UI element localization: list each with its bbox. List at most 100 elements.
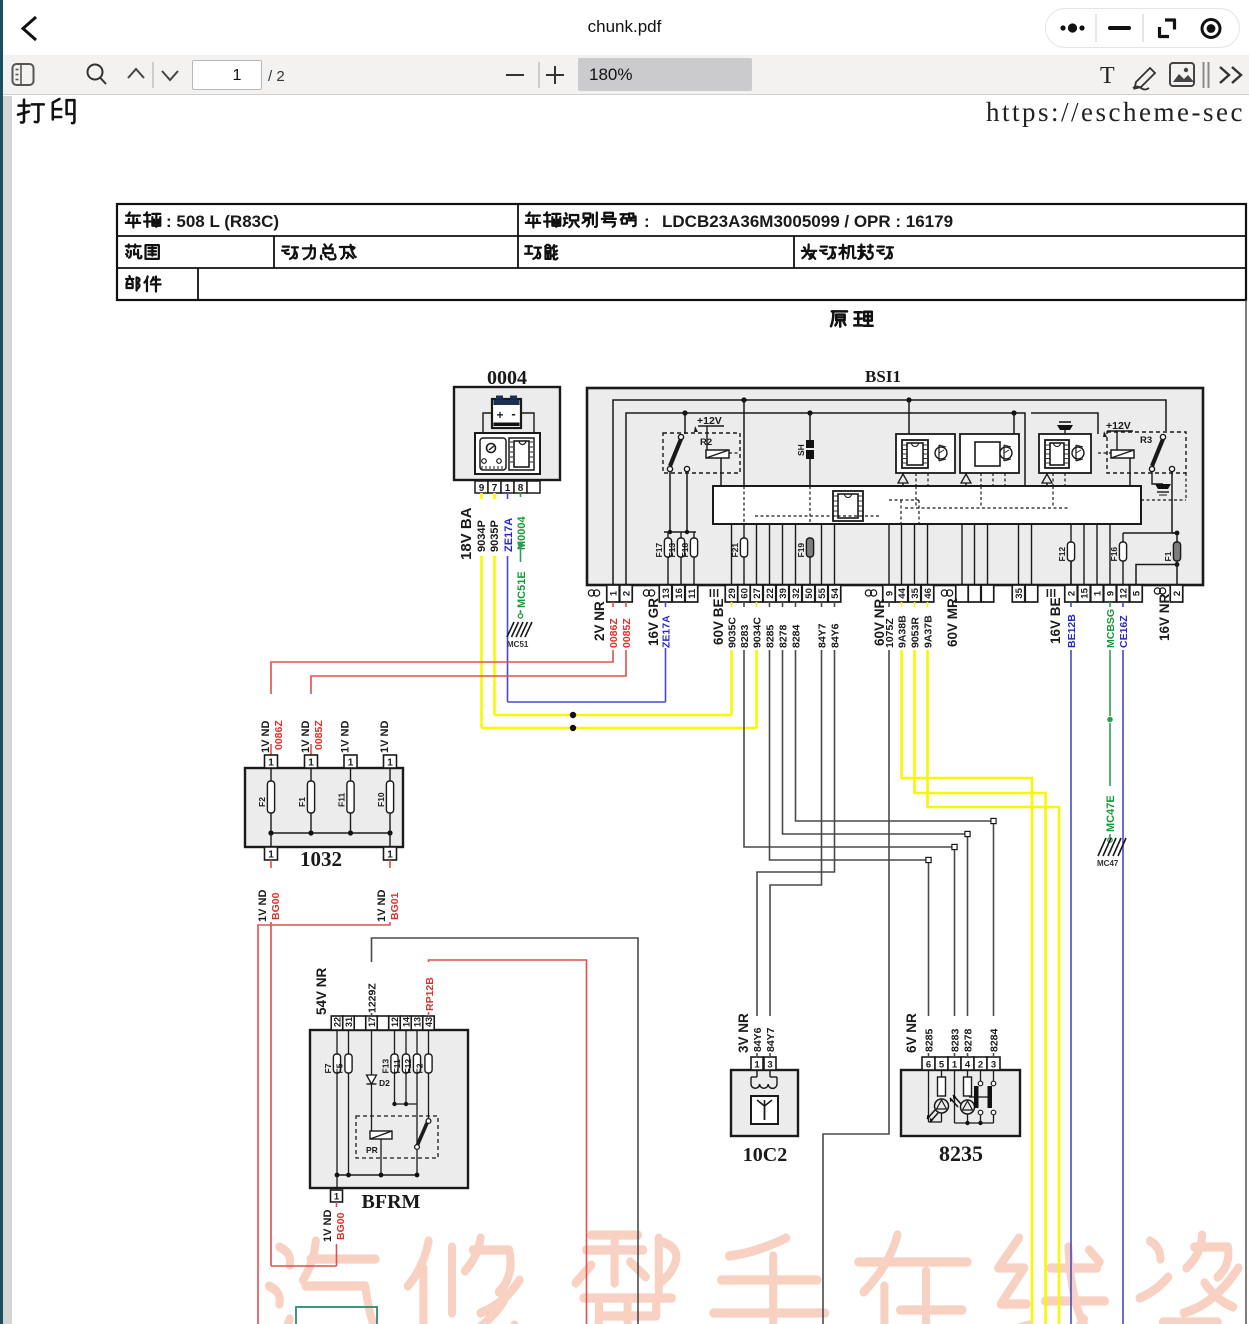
- svg-text:9035P: 9035P: [489, 520, 501, 552]
- svg-text:0004: 0004: [487, 367, 527, 389]
- svg-text:8235: 8235: [939, 1141, 983, 1166]
- svg-text:84Y6: 84Y6: [830, 623, 842, 648]
- svg-text:35: 35: [1014, 587, 1025, 598]
- svg-text:1: 1: [505, 483, 511, 494]
- svg-text:F16: F16: [1109, 547, 1119, 562]
- svg-text:18V BA: 18V BA: [458, 507, 475, 560]
- svg-text:PR: PR: [366, 1145, 378, 1155]
- svg-text:46: 46: [923, 588, 934, 599]
- svg-text:16V NR: 16V NR: [1157, 593, 1172, 641]
- svg-text:9034P: 9034P: [476, 520, 488, 552]
- svg-text:F18: F18: [680, 543, 690, 558]
- svg-text:9034C: 9034C: [752, 617, 764, 648]
- svg-text:14: 14: [402, 1017, 412, 1027]
- svg-text:1V ND: 1V ND: [260, 721, 272, 753]
- svg-text:1V ND: 1V ND: [300, 721, 312, 753]
- svg-text:F11: F11: [336, 793, 346, 807]
- svg-text:8278: 8278: [778, 624, 790, 648]
- svg-text:2: 2: [1067, 591, 1078, 596]
- svg-text:BG00: BG00: [335, 1212, 347, 1240]
- svg-text:F2: F2: [414, 1063, 424, 1073]
- svg-text:D2: D2: [379, 1078, 390, 1088]
- svg-text:1: 1: [268, 850, 274, 861]
- svg-text:8283: 8283: [950, 1028, 962, 1052]
- svg-text:: 508 L (R83C): : 508 L (R83C): [166, 212, 279, 231]
- svg-text:F5: F5: [334, 1063, 344, 1073]
- svg-text:1: 1: [952, 1060, 958, 1071]
- svg-text:9: 9: [1106, 591, 1117, 596]
- svg-text:F12: F12: [403, 1059, 413, 1074]
- svg-text:ZE17A: ZE17A: [661, 615, 673, 648]
- svg-text:F11: F11: [392, 1059, 402, 1073]
- svg-text:BFRM: BFRM: [362, 1191, 421, 1213]
- svg-text:F10: F10: [376, 792, 386, 807]
- svg-text:1229Z: 1229Z: [367, 983, 379, 1013]
- svg-text:1: 1: [334, 1192, 340, 1203]
- svg-text:35: 35: [910, 587, 921, 598]
- svg-text:+: +: [496, 408, 503, 422]
- svg-text:60V MR: 60V MR: [945, 598, 960, 647]
- svg-text:39: 39: [778, 588, 789, 599]
- svg-text:1: 1: [387, 850, 393, 861]
- svg-text:https://escheme-sec: https://escheme-sec: [986, 97, 1245, 127]
- svg-text:44: 44: [897, 587, 908, 598]
- svg-text:16V BE: 16V BE: [1048, 597, 1063, 644]
- svg-text:+12V: +12V: [1106, 420, 1131, 432]
- svg-text:54: 54: [830, 587, 841, 598]
- svg-text:F17: F17: [654, 543, 664, 558]
- svg-text:1: 1: [1093, 590, 1104, 596]
- svg-text:9A38B: 9A38B: [897, 615, 909, 648]
- svg-text:8: 8: [518, 483, 524, 494]
- svg-text:1V ND: 1V ND: [322, 1210, 334, 1242]
- svg-text:84Y6: 84Y6: [752, 1027, 764, 1052]
- svg-text:2: 2: [1172, 591, 1183, 596]
- svg-text:1V ND: 1V ND: [257, 890, 269, 922]
- svg-text:5: 5: [939, 1060, 945, 1071]
- svg-text:3V NR: 3V NR: [736, 1013, 751, 1053]
- svg-text:MC47: MC47: [1097, 859, 1119, 868]
- svg-text:1075Z: 1075Z: [884, 618, 896, 648]
- svg-text:60V BE: 60V BE: [711, 598, 726, 645]
- svg-text:6: 6: [926, 1060, 931, 1071]
- svg-text::: :: [644, 212, 650, 231]
- svg-text:11: 11: [687, 588, 698, 599]
- svg-text:3: 3: [767, 1060, 772, 1071]
- svg-text:MC51E: MC51E: [516, 571, 528, 608]
- svg-text:1: 1: [609, 590, 620, 596]
- svg-text:0086Z: 0086Z: [273, 720, 285, 750]
- svg-text:BSI1: BSI1: [865, 367, 901, 386]
- svg-text:2: 2: [622, 591, 633, 596]
- svg-text:29: 29: [727, 588, 738, 599]
- svg-text:84Y7: 84Y7: [765, 1027, 777, 1052]
- svg-text:12: 12: [390, 1017, 400, 1027]
- svg-text:13: 13: [661, 588, 672, 599]
- svg-text:16: 16: [674, 588, 685, 599]
- svg-text:SH: SH: [796, 444, 806, 456]
- svg-text:1032: 1032: [300, 847, 342, 871]
- svg-text:6V NR: 6V NR: [904, 1013, 919, 1053]
- svg-text:F1: F1: [1163, 551, 1173, 561]
- svg-text:1V ND: 1V ND: [379, 721, 391, 753]
- svg-text:F7: F7: [323, 1063, 333, 1073]
- svg-text:0085Z: 0085Z: [621, 618, 633, 648]
- svg-text:1V ND: 1V ND: [340, 721, 352, 753]
- svg-text:1: 1: [268, 758, 274, 769]
- svg-text:0086Z: 0086Z: [608, 618, 620, 648]
- svg-text:1V ND: 1V ND: [376, 890, 388, 922]
- svg-text:0085Z: 0085Z: [313, 720, 325, 750]
- svg-text:13: 13: [413, 1017, 423, 1027]
- svg-text:8285: 8285: [924, 1028, 936, 1052]
- svg-text:15: 15: [1080, 587, 1091, 598]
- svg-text:8278: 8278: [963, 1028, 975, 1052]
- svg-text:31: 31: [344, 1017, 354, 1027]
- svg-text:8284: 8284: [989, 1028, 1001, 1052]
- svg-text:55: 55: [817, 587, 828, 598]
- svg-text:54V NR: 54V NR: [314, 967, 329, 1015]
- svg-text:9035C: 9035C: [727, 617, 739, 648]
- svg-text:LDCB23A36M3005099 / OPR : 1617: LDCB23A36M3005099 / OPR : 16179: [662, 212, 953, 231]
- svg-text:1: 1: [308, 758, 314, 769]
- svg-text:9: 9: [885, 591, 896, 596]
- svg-text:22: 22: [333, 1017, 343, 1027]
- svg-text:1: 1: [348, 758, 354, 769]
- svg-text:10C2: 10C2: [743, 1144, 787, 1166]
